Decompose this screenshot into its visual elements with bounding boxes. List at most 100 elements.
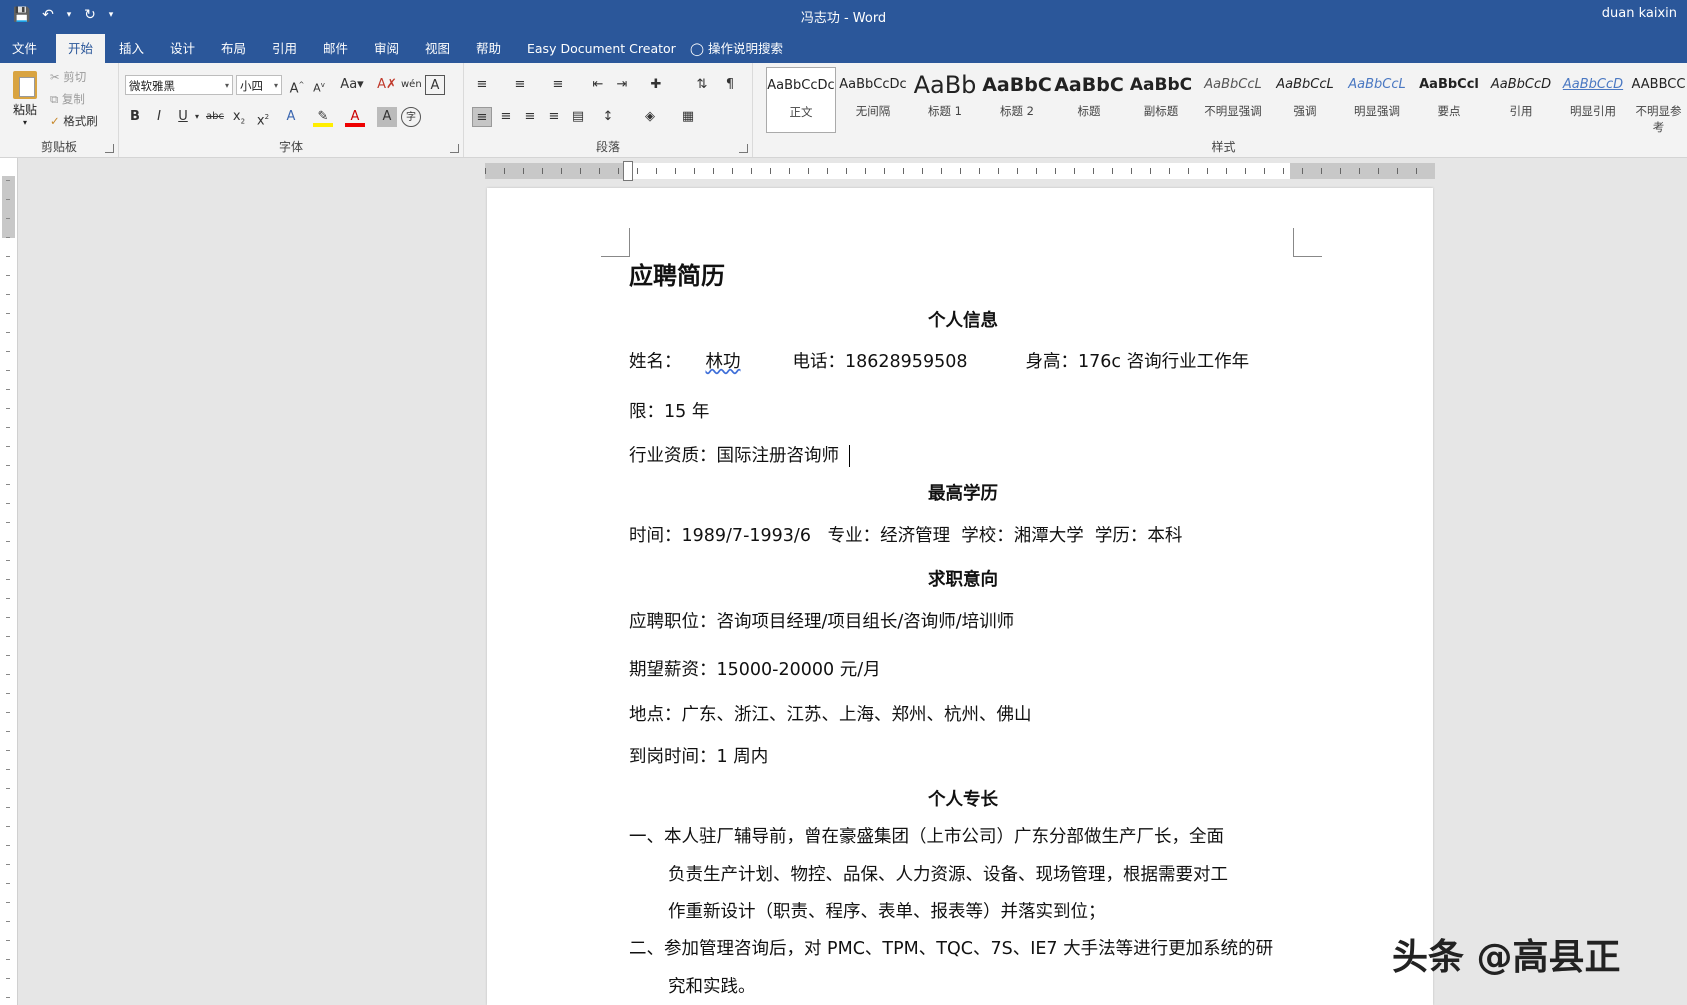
- font-color-icon[interactable]: A: [345, 107, 365, 127]
- style-sample: AaBbCcDc: [839, 77, 907, 92]
- align-left-icon[interactable]: ≡: [472, 107, 492, 127]
- paintbrush-icon: ✓: [50, 114, 60, 128]
- text-effects-icon[interactable]: A: [281, 107, 301, 127]
- tab-help[interactable]: 帮助: [464, 34, 513, 63]
- strikethrough-icon[interactable]: abc: [205, 107, 225, 127]
- style-heading-1[interactable]: AaBb 标题 1: [910, 67, 980, 133]
- style-normal[interactable]: AaBbCcDc 正文: [766, 67, 836, 133]
- style-name: 明显引用: [1570, 104, 1616, 118]
- vertical-ruler[interactable]: [0, 158, 18, 1005]
- clipboard-launcher[interactable]: [105, 144, 114, 153]
- paste-button[interactable]: 粘贴 ▾: [8, 69, 42, 129]
- chinese-layout-icon[interactable]: ✚: [646, 75, 666, 95]
- distributed-icon[interactable]: ▤: [568, 107, 588, 127]
- show-marks-icon[interactable]: ¶: [720, 75, 740, 95]
- bold-icon[interactable]: B: [125, 107, 145, 127]
- personal-info-line: 姓名： 林功 电话：18628959508 身高：176c 咨询行业工作年: [629, 348, 1249, 373]
- indent-marker[interactable]: [623, 161, 633, 181]
- increase-indent-icon[interactable]: ⇥: [612, 75, 632, 95]
- italic-icon[interactable]: I: [149, 107, 169, 127]
- font-name-value: 微软雅黑: [129, 79, 175, 93]
- tab-review[interactable]: 审阅: [362, 34, 411, 63]
- title-bar: 💾 ↶ ▾ ↻ ▾ 冯志功 - Word duan kaixin: [0, 0, 1687, 30]
- enclose-characters-icon[interactable]: 字: [401, 107, 421, 127]
- clear-formatting-icon[interactable]: A✗: [377, 75, 397, 95]
- phonetic-guide-icon[interactable]: wén: [401, 75, 422, 95]
- numbering-icon[interactable]: ≡: [510, 75, 530, 95]
- format-painter-button[interactable]: ✓ 格式刷: [50, 113, 98, 129]
- tab-view[interactable]: 视图: [413, 34, 462, 63]
- horizontal-ruler[interactable]: [485, 161, 1435, 181]
- shrink-font-icon[interactable]: Av: [309, 75, 329, 95]
- style-intense-quote[interactable]: AaBbCcD 明显引用: [1558, 67, 1628, 133]
- style-sample: AaBbC: [1054, 74, 1124, 96]
- tab-design[interactable]: 设计: [158, 34, 207, 63]
- style-sample: AaBbCcDc: [767, 78, 835, 93]
- shading-icon[interactable]: ◈: [640, 107, 660, 127]
- section-job-intention: 求职意向: [928, 570, 998, 590]
- clipboard-icon: [13, 71, 37, 99]
- section-education: 最高学历: [928, 484, 998, 504]
- ruler-ticks: [6, 180, 10, 1000]
- style-name: 正文: [789, 105, 813, 119]
- paragraph-group-label: 段落: [595, 140, 620, 154]
- justify-icon[interactable]: ≡: [544, 107, 564, 127]
- tab-references[interactable]: 引用: [260, 34, 309, 63]
- style-no-spacing[interactable]: AaBbCcDc 无间隔: [838, 67, 908, 133]
- style-sample: AABBCC: [1631, 77, 1686, 92]
- tell-me-search[interactable]: ◯ 操作说明搜索: [690, 34, 783, 63]
- style-subtle-emphasis[interactable]: AaBbCcL 不明显强调: [1198, 67, 1268, 133]
- decrease-indent-icon[interactable]: ⇤: [588, 75, 608, 95]
- cut-button[interactable]: ✂ 剪切: [50, 69, 86, 85]
- tab-mailings[interactable]: 邮件: [311, 34, 360, 63]
- tab-layout[interactable]: 布局: [209, 34, 258, 63]
- chevron-down-icon[interactable]: ▾: [187, 107, 207, 127]
- section-skills: 个人专长: [928, 790, 998, 810]
- style-name: 副标题: [1143, 104, 1179, 118]
- style-name: 引用: [1509, 104, 1533, 118]
- grow-font-icon[interactable]: A^: [287, 75, 307, 96]
- style-sample: AaBbCcL: [1204, 77, 1262, 92]
- style-emphasis[interactable]: AaBbCcL 强调: [1270, 67, 1340, 133]
- style-heading-2[interactable]: AaBbC 标题 2: [982, 67, 1052, 133]
- bullets-icon[interactable]: ≡: [472, 75, 492, 95]
- name-value: 林功: [705, 352, 741, 372]
- style-sample: AaBbC: [1129, 75, 1193, 95]
- style-quote[interactable]: AaBbCcD 引用: [1486, 67, 1556, 133]
- copy-button[interactable]: ⧉ 复制: [50, 91, 85, 107]
- style-subtitle[interactable]: AaBbC 副标题: [1126, 67, 1196, 133]
- user-name[interactable]: duan kaixin: [1602, 6, 1677, 21]
- highlight-icon[interactable]: ✎: [313, 107, 333, 127]
- character-border-icon[interactable]: A: [425, 75, 445, 95]
- tab-file[interactable]: 文件: [0, 34, 49, 63]
- style-title[interactable]: AaBbC 标题: [1054, 67, 1124, 133]
- align-center-icon[interactable]: ≡: [496, 107, 516, 127]
- tab-easy-document-creator[interactable]: Easy Document Creator: [515, 34, 688, 63]
- borders-icon[interactable]: ▦: [678, 107, 698, 127]
- style-name: 标题: [1077, 104, 1101, 118]
- document-page[interactable]: 应聘简历 个人信息 姓名： 林功 电话：18628959508 身高：176c 咨询行…: [487, 188, 1433, 1005]
- superscript-icon[interactable]: x2: [253, 107, 273, 128]
- tab-insert[interactable]: 插入: [107, 34, 156, 63]
- subscript-icon[interactable]: x2: [229, 107, 249, 127]
- align-right-icon[interactable]: ≡: [520, 107, 540, 127]
- tab-home[interactable]: 开始: [56, 34, 106, 63]
- multilevel-list-icon[interactable]: ≡: [548, 75, 568, 95]
- character-shading-icon[interactable]: A: [377, 107, 397, 127]
- font-size-combo[interactable]: 小四 ▾: [236, 75, 282, 95]
- section-personal-info: 个人信息: [928, 311, 998, 331]
- crop-mark: [601, 228, 630, 257]
- change-case-icon[interactable]: Aa▾: [337, 75, 367, 95]
- paragraph-group: ≡ ≡ ≡ ⇤ ⇥ ✚ ⇅ ¶ ≡ ≡ ≡ ≡ ▤ ↕ ◈ ▦ 段落: [464, 63, 753, 157]
- font-launcher[interactable]: [450, 144, 459, 153]
- chevron-down-icon: ▾: [22, 118, 27, 127]
- style-intense-emphasis[interactable]: AaBbCcL 明显强调: [1342, 67, 1412, 133]
- sort-icon[interactable]: ⇅: [692, 75, 712, 95]
- name-label: 姓名：: [629, 352, 682, 372]
- style-name: 强调: [1293, 104, 1317, 118]
- font-name-combo[interactable]: 微软雅黑 ▾: [125, 75, 233, 95]
- line-spacing-icon[interactable]: ↕: [598, 107, 618, 127]
- style-strong[interactable]: AaBbCcl 要点: [1414, 67, 1484, 133]
- paragraph-launcher[interactable]: [739, 144, 748, 153]
- style-subtle-reference[interactable]: AABBCC 不明显参考: [1630, 67, 1687, 133]
